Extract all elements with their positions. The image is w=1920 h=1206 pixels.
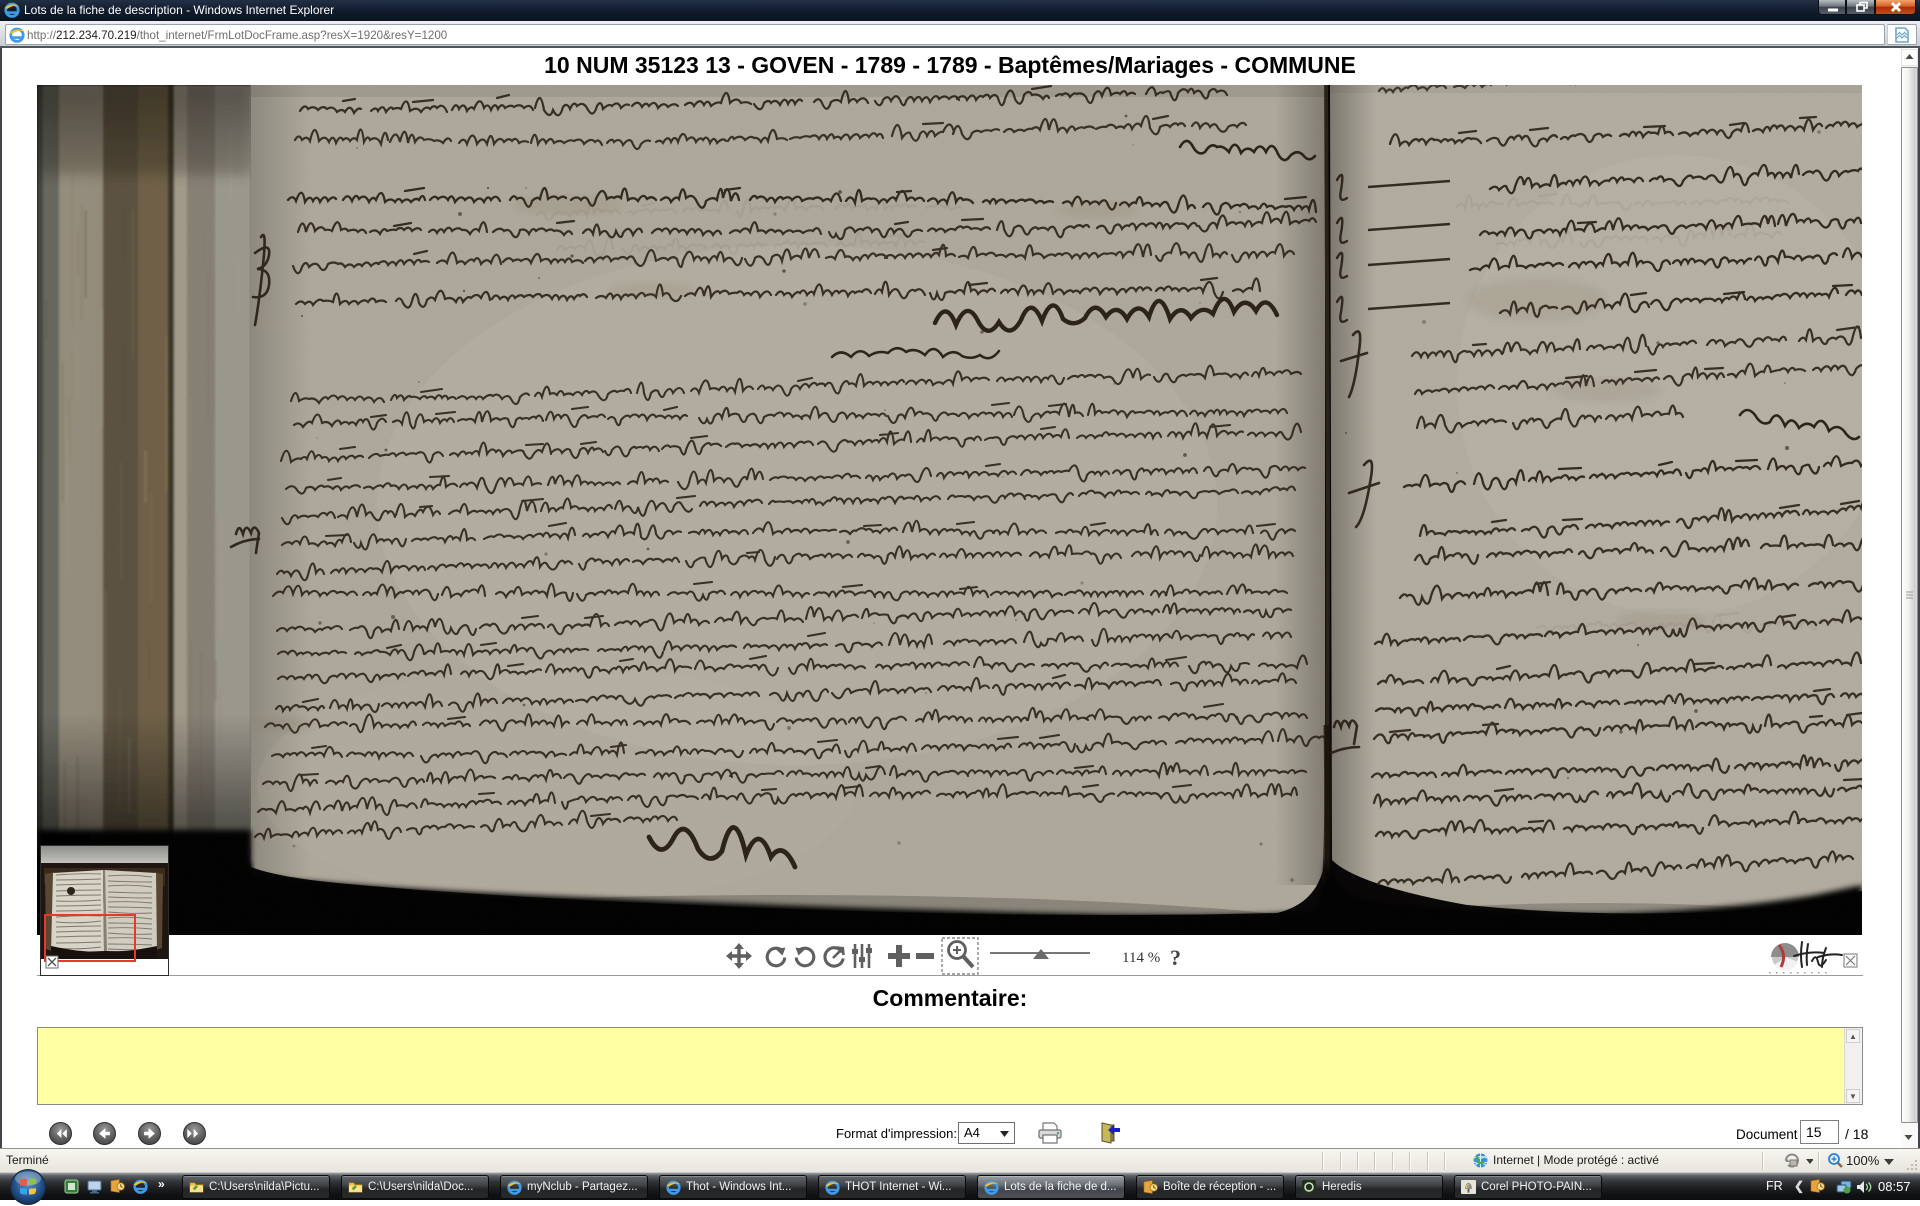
svg-text:114 %: 114 %	[1122, 950, 1160, 966]
svg-text:?: ?	[1170, 945, 1181, 970]
